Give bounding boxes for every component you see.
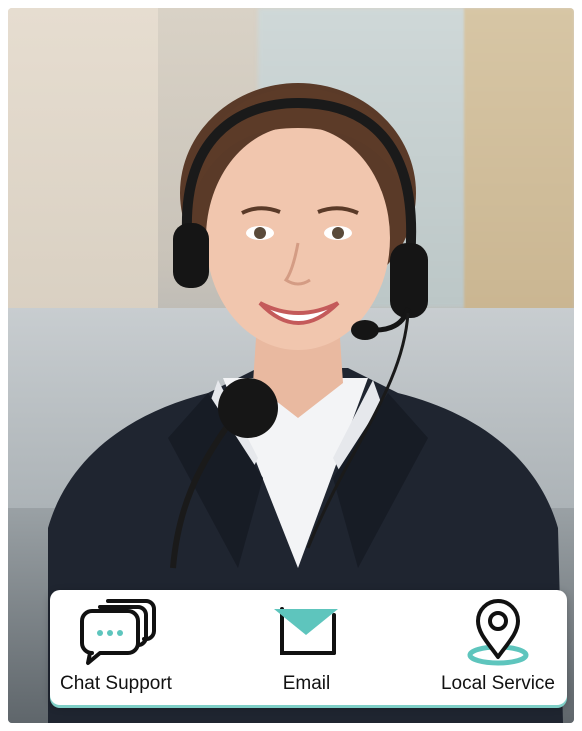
email-label: Email <box>282 673 331 694</box>
local-service-option[interactable]: Local Service <box>441 595 555 695</box>
hero-card: Chat Support Email Local Service <box>8 8 574 723</box>
local-service-label: Local Service <box>440 673 555 694</box>
chat-support-option[interactable]: Chat Support <box>60 595 172 695</box>
location-pin-icon <box>453 595 543 667</box>
chat-support-label: Chat Support <box>60 673 172 694</box>
email-option[interactable]: Email <box>261 595 351 695</box>
chat-bubbles-icon <box>71 595 161 667</box>
envelope-icon <box>261 595 351 667</box>
service-options-bar: Chat Support Email Local Service <box>50 590 567 705</box>
